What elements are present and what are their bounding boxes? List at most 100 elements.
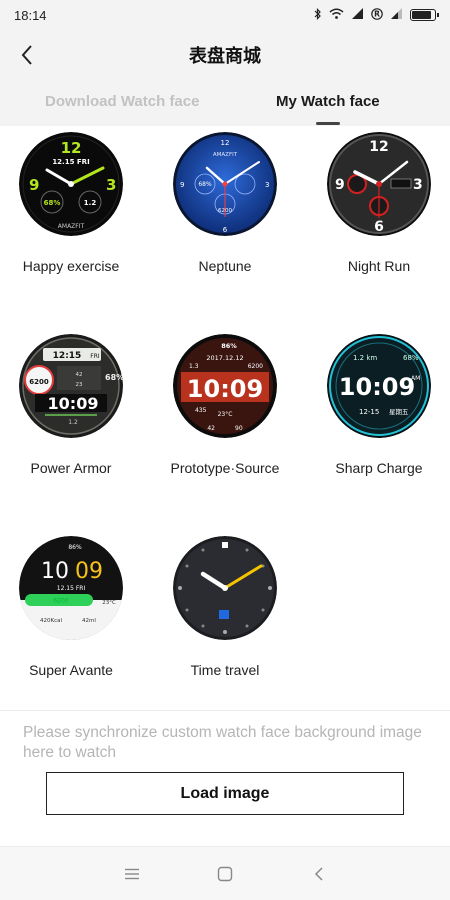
dial-text: 90 bbox=[235, 425, 243, 432]
system-nav-bar bbox=[0, 846, 450, 900]
bluetooth-icon bbox=[314, 7, 322, 23]
dial-text: 星期五 bbox=[389, 408, 409, 416]
dial-text: 2017.12.12 bbox=[206, 354, 243, 362]
dial-text: 9 bbox=[29, 176, 39, 194]
watch-face-name: Happy exercise bbox=[22, 258, 120, 274]
watch-face-time-travel[interactable]: Time travel bbox=[154, 530, 304, 730]
watch-face-preview: 12 12.15 FRI 9 3 68% 1.2 AMAZFIT bbox=[19, 132, 123, 236]
dial-text: 6 bbox=[374, 219, 384, 235]
battery-fill bbox=[412, 11, 431, 19]
chevron-left-icon bbox=[21, 45, 32, 65]
home-button[interactable] bbox=[211, 861, 239, 887]
dial-text: 42ml bbox=[82, 618, 96, 624]
watch-face-name: Night Run bbox=[347, 258, 411, 274]
tab-indicator bbox=[316, 122, 340, 125]
dial-text: 1.2 bbox=[68, 419, 78, 426]
dial-text: 6200 bbox=[248, 363, 263, 370]
svg-text:R: R bbox=[374, 9, 380, 18]
sync-instructions: Please synchronize custom watch face bac… bbox=[23, 724, 422, 761]
dial-text: 86% bbox=[68, 544, 82, 551]
watch-face-prototype-source[interactable]: 86% 2017.12.12 1.3 6200 10:09 435 23°C 4… bbox=[154, 328, 304, 528]
watch-face-name: Prototype·Source bbox=[170, 460, 280, 476]
menu-icon bbox=[125, 868, 139, 880]
dial-text: AMAZFIT bbox=[58, 223, 85, 230]
wifi-icon bbox=[329, 8, 344, 22]
dial-text: 12.15 FRI bbox=[52, 158, 89, 166]
dial-text: 3 bbox=[106, 176, 116, 194]
dial-text: 3 bbox=[265, 181, 269, 189]
dial-text: 1.2 bbox=[84, 199, 97, 207]
dial-text: 1.3 bbox=[189, 363, 199, 370]
watch-face-name: Sharp Charge bbox=[335, 460, 423, 476]
watch-face-preview: 12 9 3 6 bbox=[327, 132, 431, 236]
dial-text: 10:09 bbox=[48, 394, 99, 413]
dial-text: 23°C bbox=[102, 600, 116, 606]
signal-icon bbox=[351, 8, 364, 22]
watch-face-sharp-charge[interactable]: 1.2 km 68% 10:09 AM 12-15 星期五 Sharp Char… bbox=[308, 328, 450, 528]
watch-face-name: Time travel bbox=[190, 662, 260, 678]
menu-button[interactable] bbox=[118, 861, 146, 887]
watch-face-super-avante[interactable]: 86% 10 09 12.15 FRI 6200 23°C 420Kcal 42… bbox=[0, 530, 150, 730]
dial-text: AM bbox=[411, 375, 420, 382]
dial-text: 6200 bbox=[29, 378, 49, 386]
dial-text: 6200 bbox=[53, 598, 68, 605]
dial-text: 23 bbox=[76, 382, 83, 388]
r-icon: R bbox=[371, 7, 383, 23]
dial-text: 42 bbox=[76, 372, 83, 378]
sync-section: Please synchronize custom watch face bac… bbox=[0, 710, 450, 846]
watch-face-preview: 1.2 km 68% 10:09 AM 12-15 星期五 bbox=[327, 334, 431, 438]
back-button[interactable] bbox=[12, 40, 42, 70]
watch-face-happy-exercise[interactable]: 12 12.15 FRI 9 3 68% 1.2 AMAZFIT Happy e… bbox=[0, 126, 150, 326]
watch-face-neptune[interactable]: 12 AMAZFIT 9 3 6 68% 6200 Neptune bbox=[154, 126, 304, 326]
watch-face-preview bbox=[173, 536, 277, 640]
dial-text: 9 bbox=[180, 181, 184, 189]
dial-text: 23°C bbox=[218, 411, 233, 418]
status-time: 18:14 bbox=[14, 7, 47, 23]
watch-face-name: Super Avante bbox=[29, 662, 113, 678]
dial-text: 6 bbox=[223, 226, 228, 234]
watch-face-night-run[interactable]: 12 9 3 6 Night Run bbox=[308, 126, 450, 326]
tab-my-watch-face[interactable]: My Watch face bbox=[276, 93, 380, 110]
watch-face-name: Neptune bbox=[198, 258, 252, 274]
dial-text: 12.15 FRI bbox=[57, 585, 86, 592]
dial-text: FRI bbox=[90, 353, 100, 360]
tab-download-watch-face[interactable]: Download Watch face bbox=[45, 93, 199, 110]
dial-text: 68% bbox=[44, 199, 61, 207]
dial-text: 12 bbox=[369, 139, 388, 155]
dial-text: 435 bbox=[195, 407, 207, 414]
status-bar: 18:14 R bbox=[0, 0, 450, 30]
signal-icon-2 bbox=[390, 8, 403, 22]
tab-bar: Download Watch face My Watch face bbox=[0, 80, 450, 126]
watch-face-preview: 12 AMAZFIT 9 3 6 68% 6200 bbox=[173, 132, 277, 236]
system-back-button[interactable] bbox=[305, 861, 333, 887]
dial-text: 12-15 bbox=[359, 408, 379, 416]
watch-face-preview: 86% 10 09 12.15 FRI 6200 23°C 420Kcal 42… bbox=[19, 536, 123, 640]
dial-text: 68% bbox=[403, 354, 419, 362]
dial-text: 420Kcal bbox=[40, 618, 62, 624]
dial-text: 10:09 bbox=[187, 375, 263, 403]
dial-text: 10 bbox=[41, 559, 69, 584]
dial-text: 09 bbox=[75, 559, 103, 584]
dial-text: 42 bbox=[207, 425, 215, 432]
page-title: 表盘商城 bbox=[189, 46, 261, 66]
load-image-button[interactable]: Load image bbox=[46, 772, 404, 815]
dial-text: 86% bbox=[221, 342, 237, 350]
watch-face-grid: 12 12.15 FRI 9 3 68% 1.2 AMAZFIT Happy e… bbox=[0, 126, 450, 710]
dial-text: 10:09 bbox=[339, 373, 415, 401]
dial-text: AMAZFIT bbox=[213, 152, 238, 158]
watch-face-preview: 12:15 FRI 6200 42 23 68% 10:09 1.2 bbox=[19, 334, 123, 438]
nav-bar: 表盘商城 bbox=[0, 30, 450, 80]
dial-text: 68% bbox=[198, 181, 212, 188]
dial-text: 12 bbox=[61, 139, 82, 157]
watch-face-preview: 86% 2017.12.12 1.3 6200 10:09 435 23°C 4… bbox=[173, 334, 277, 438]
home-icon bbox=[217, 866, 233, 882]
dial-text: 12:15 bbox=[53, 351, 82, 361]
watch-face-power-armor[interactable]: 12:15 FRI 6200 42 23 68% 10:09 1.2 Power… bbox=[0, 328, 150, 528]
dial-text: 9 bbox=[335, 177, 345, 193]
status-icons: R bbox=[314, 7, 439, 23]
dial-text: 1.2 km bbox=[353, 354, 377, 362]
dial-text: 3 bbox=[413, 177, 423, 193]
dial-text: 68% bbox=[105, 373, 123, 382]
dial-text: 12 bbox=[221, 139, 230, 147]
back-icon bbox=[314, 867, 323, 881]
